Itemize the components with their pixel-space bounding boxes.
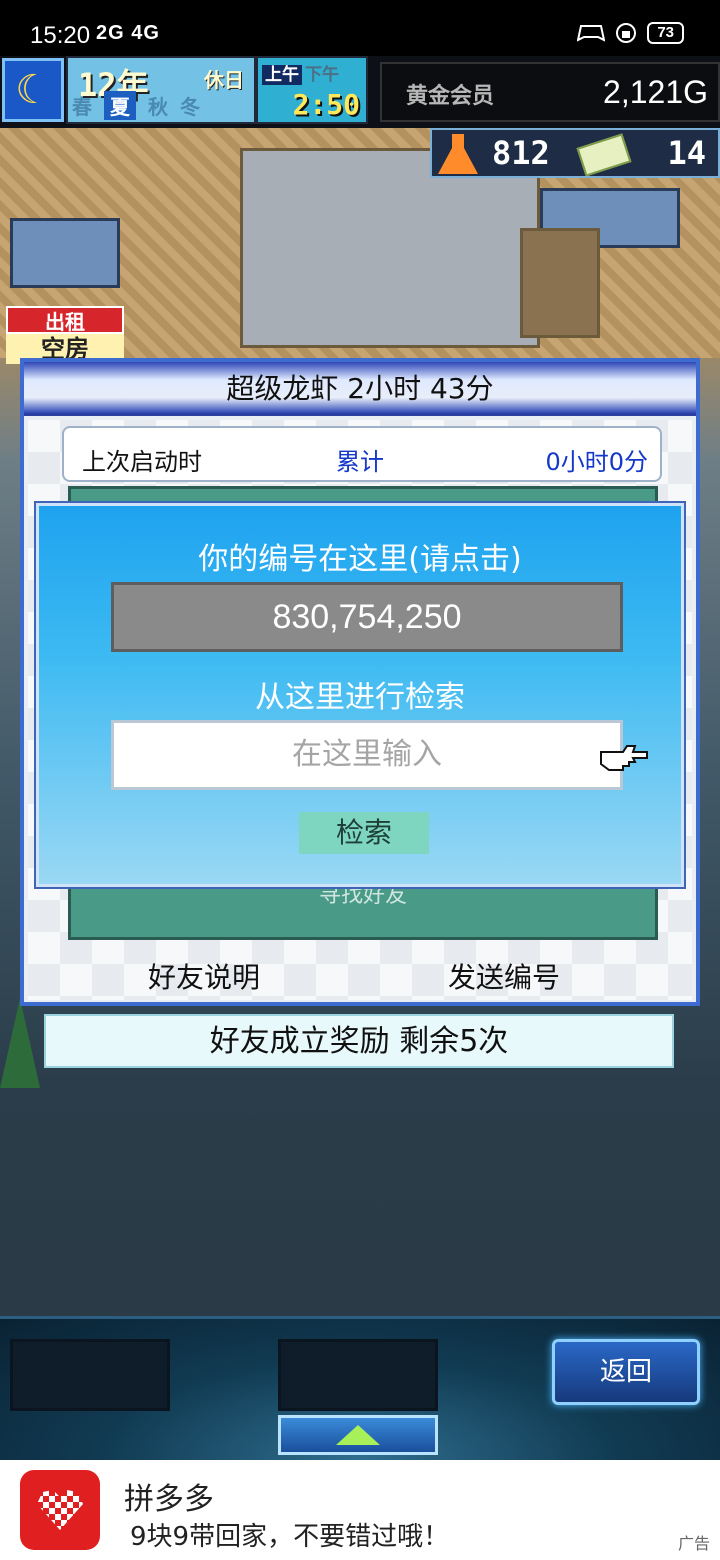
nav-slot-center[interactable] [278,1339,438,1411]
game-clock: 2:50 [292,88,360,121]
nav-slot-left[interactable] [10,1339,170,1411]
total-label: 累计 [336,448,384,476]
date-panel: 12年 休日 春 夏 秋 冬 [66,56,256,124]
last-login-label: 上次启动时 [82,448,202,476]
friend-reward-banner: 好友成立奖励 剩余5次 [44,1014,674,1068]
clock-panel: 上午 下午 2:50 [256,56,368,124]
door-sprite [520,228,600,338]
friend-code-input[interactable]: 在这里输入 [111,720,623,790]
network-indicator: 2G 4G [96,22,160,44]
holiday-label: 休日 [204,68,244,92]
gold-bar: 黄金会员 2,121G [380,62,720,122]
pointing-hand-icon [600,745,648,771]
send-code-link[interactable]: 发送编号 [448,956,560,996]
pinduoduo-logo [20,1470,100,1550]
rent-label: 出租 [6,306,124,334]
status-time: 15:20 [30,22,91,49]
ad-app-name: 拼多多 [124,1482,214,1517]
heart-icon [37,1490,83,1530]
friend-info-link[interactable]: 好友说明 [148,956,260,996]
ticket-count: 14 [667,134,706,172]
dialog-title: 超级龙虾 2小时 43分 [24,362,696,416]
resource-bar: 812 14 [430,128,720,178]
total-value: 0小时0分 [545,448,648,476]
your-code-label: 你的编号在这里(请点击) [198,542,522,577]
tree-sprite [0,998,40,1088]
game-controller-icon [577,25,606,42]
search-label: 从这里进行检索 [255,680,465,715]
am-label: 上午 [262,65,302,85]
return-button[interactable]: 返回 [552,1339,700,1405]
ticket-icon [576,133,632,177]
flask-icon [438,134,478,174]
room-tile [240,148,540,348]
season-winter: 冬 [180,95,200,119]
battery-icon: 73 [647,22,684,44]
am-pm-indicator: 上午 下午 [262,60,342,85]
lock-rotation-icon [616,23,637,43]
status-right-icons: 73 [577,22,684,44]
ad-slogan: 9块9带回家，不要错过哦！ [130,1522,450,1552]
season-row: 春 夏 秋 冬 [72,91,200,120]
up-arrow-icon [336,1425,380,1445]
dialog-links: 好友说明 发送编号 [24,950,696,998]
pm-label: 下午 [305,65,339,85]
member-status: 黄金会员 [406,84,495,109]
search-button[interactable]: 检索 [299,812,429,854]
game-bottom-nav: 返回 [0,1316,720,1460]
rent-sign[interactable]: 出租 空房 [6,306,124,364]
ad-banner[interactable]: 拼多多 9块9带回家，不要错过哦！ 广告 [0,1460,720,1560]
friend-code-dialog: 你的编号在这里(请点击) 830,754,250 从这里进行检索 在这里输入 检… [36,503,684,887]
season-autumn: 秋 [148,95,168,119]
bed-sprite [10,218,120,288]
your-code-field[interactable]: 830,754,250 [111,582,623,652]
ad-tag: 广告 [677,1534,710,1553]
season-summer: 夏 [104,91,136,120]
research-points: 812 [492,134,550,172]
status-bar: 15:20 2G 4G 73 [0,0,720,56]
gold-amount: 2,121G [603,74,708,110]
season-spring: 春 [72,95,92,119]
playtime-info: 上次启动时 累计 0小时0分 [62,426,662,482]
expand-menu-button[interactable] [278,1415,438,1455]
moon-icon: ☾ [2,58,64,122]
